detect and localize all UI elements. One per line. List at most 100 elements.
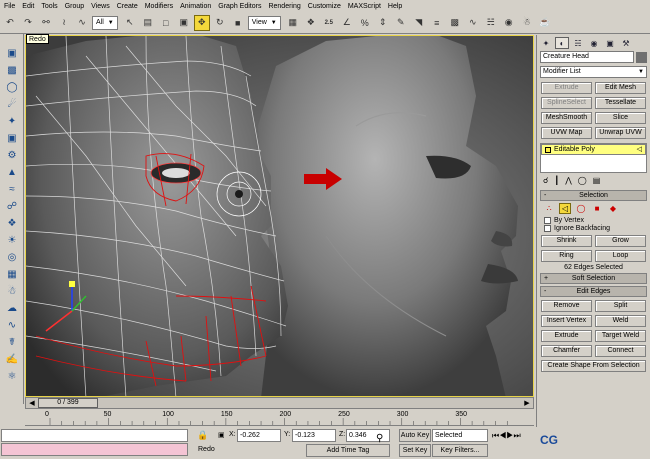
menu-views[interactable]: Views bbox=[91, 3, 110, 10]
insert-vertex-button[interactable]: Insert Vertex bbox=[541, 315, 592, 327]
z-coordinate-field[interactable]: 0.346 bbox=[346, 429, 390, 442]
window-crossing-icon[interactable]: ▣ bbox=[176, 15, 192, 31]
percent-snap-icon[interactable]: % bbox=[357, 15, 373, 31]
add-time-tag-button[interactable]: Add Time Tag bbox=[306, 444, 390, 457]
chamfer-button[interactable]: Chamfer bbox=[541, 345, 592, 357]
configure-sets-icon[interactable]: ▤ bbox=[593, 176, 601, 185]
menu-edit[interactable]: Edit bbox=[22, 3, 34, 10]
weld-button[interactable]: Weld bbox=[595, 315, 646, 327]
tool-icon-20[interactable]: ⚛ bbox=[3, 369, 21, 384]
hierarchy-tab-icon[interactable]: ☵ bbox=[571, 37, 585, 49]
menu-group[interactable]: Group bbox=[65, 3, 84, 10]
select-by-name-icon[interactable]: ▤ bbox=[140, 15, 156, 31]
menu-modifiers[interactable]: Modifiers bbox=[145, 3, 173, 10]
remove-button[interactable]: Remove bbox=[541, 300, 592, 312]
maxscript-listener-field[interactable] bbox=[1, 429, 188, 442]
material-editor-icon[interactable]: ◉ bbox=[501, 15, 517, 31]
ignore-backfacing-checkbox[interactable]: Ignore Backfacing bbox=[544, 225, 650, 232]
time-next-arrow-icon[interactable]: ▶ bbox=[521, 399, 533, 407]
ring-button[interactable]: Ring bbox=[541, 250, 592, 262]
menu-file[interactable]: File bbox=[4, 3, 15, 10]
tool-icon-5[interactable]: ✦ bbox=[3, 114, 21, 129]
select-manipulate-icon[interactable]: ❖ bbox=[303, 15, 319, 31]
modifier-button-unwrap-uvw[interactable]: Unwrap UVW bbox=[595, 127, 646, 139]
border-mode-icon[interactable]: ◯ bbox=[575, 203, 587, 214]
edit-edges-rollout[interactable]: - Edit Edges bbox=[540, 286, 647, 297]
render-setup-icon[interactable]: ☃ bbox=[519, 15, 535, 31]
create-shape-button[interactable]: Create Shape From Selection bbox=[541, 360, 646, 372]
object-name-field[interactable]: Creature Head bbox=[540, 51, 634, 63]
undo-icon[interactable]: ↶ bbox=[2, 15, 18, 31]
make-unique-icon[interactable]: ⋀ bbox=[565, 176, 572, 185]
tool-icon-16[interactable]: ☁ bbox=[3, 301, 21, 316]
shrink-button[interactable]: Shrink bbox=[541, 235, 592, 247]
select-move-icon[interactable]: ✥ bbox=[193, 14, 210, 31]
tool-icon-12[interactable]: ☀ bbox=[3, 233, 21, 248]
time-slider[interactable]: ◀ 0 / 399 ▶ bbox=[25, 397, 534, 409]
schematic-view-icon[interactable]: ☵ bbox=[483, 15, 499, 31]
named-selection-icon[interactable]: ✎ bbox=[393, 15, 409, 31]
soft-selection-rollout[interactable]: + Soft Selection bbox=[540, 273, 647, 284]
time-prev-arrow-icon[interactable]: ◀ bbox=[26, 399, 38, 407]
maxscript-output-field[interactable] bbox=[1, 443, 188, 456]
menu-help[interactable]: Help bbox=[388, 3, 402, 10]
show-end-result-icon[interactable]: ┃ bbox=[554, 176, 559, 185]
curve-editor-icon[interactable]: ∿ bbox=[465, 15, 481, 31]
pin-stack-icon[interactable]: ☌ bbox=[543, 176, 548, 185]
modifier-button-meshsmooth[interactable]: MeshSmooth bbox=[541, 112, 592, 124]
perspective-viewport[interactable] bbox=[25, 35, 534, 397]
quick-render-icon[interactable]: ☕ bbox=[537, 15, 553, 31]
modifier-button-slice[interactable]: Slice bbox=[595, 112, 646, 124]
x-coordinate-field[interactable]: -0.262 bbox=[237, 429, 281, 442]
modifier-button-splineselect[interactable]: SplineSelect bbox=[541, 97, 592, 109]
set-key-button[interactable]: Set Key bbox=[399, 444, 431, 457]
loop-button[interactable]: Loop bbox=[595, 250, 646, 262]
extrude-button[interactable]: Extrude bbox=[541, 330, 592, 342]
align-icon[interactable]: ≡ bbox=[429, 15, 445, 31]
target-weld-button[interactable]: Target Weld bbox=[595, 330, 646, 342]
tool-icon-4[interactable]: ☄ bbox=[3, 97, 21, 112]
edge-mode-icon[interactable]: ◁ bbox=[559, 203, 571, 214]
select-rotate-icon[interactable]: ↻ bbox=[212, 15, 228, 31]
menu-maxscript[interactable]: MAXScript bbox=[348, 3, 381, 10]
tool-icon-10[interactable]: ☍ bbox=[3, 199, 21, 214]
tool-icon-15[interactable]: ☃ bbox=[3, 284, 21, 299]
stack-item-editable-poly[interactable]: Editable Poly ◁ bbox=[541, 144, 646, 155]
tool-icon-19[interactable]: ✍ bbox=[3, 352, 21, 367]
rect-selection-icon[interactable]: □ bbox=[158, 15, 174, 31]
selection-filter-select[interactable]: All ▼ bbox=[92, 15, 118, 30]
absolute-mode-icon[interactable]: ▣ bbox=[218, 431, 225, 439]
tool-icon-7[interactable]: ⚙ bbox=[3, 148, 21, 163]
modifier-list-select[interactable]: Modifier List ▼ bbox=[540, 66, 647, 78]
grow-button[interactable]: Grow bbox=[595, 235, 646, 247]
tool-icon-13[interactable]: ◎ bbox=[3, 250, 21, 265]
motion-tab-icon[interactable]: ◉ bbox=[587, 37, 601, 49]
select-link-icon[interactable]: ⚯ bbox=[38, 15, 54, 31]
tool-icon-1[interactable]: ▣ bbox=[3, 46, 21, 61]
key-icon[interactable]: ⚲ bbox=[376, 433, 383, 444]
select-object-icon[interactable]: ↖ bbox=[122, 15, 138, 31]
connect-button[interactable]: Connect bbox=[595, 345, 646, 357]
modifier-button-extrude[interactable]: Extrude bbox=[541, 82, 592, 94]
modify-tab-icon[interactable]: ◐ bbox=[555, 37, 569, 49]
menu-create[interactable]: Create bbox=[117, 3, 138, 10]
create-tab-icon[interactable]: ✦ bbox=[539, 37, 553, 49]
lock-selection-icon[interactable]: 🔒 bbox=[197, 430, 208, 441]
split-button[interactable]: Split bbox=[595, 300, 646, 312]
play-controls-icon[interactable]: ⏮◀▶⏭ bbox=[492, 431, 521, 441]
mirror-icon[interactable]: ◥ bbox=[411, 15, 427, 31]
track-bar[interactable]: 0 50 100 150 200 250 300 350 bbox=[25, 409, 534, 426]
tool-icon-18[interactable]: ☤ bbox=[3, 335, 21, 350]
pivot-center-icon[interactable]: ▦ bbox=[285, 15, 301, 31]
utilities-tab-icon[interactable]: ⚒ bbox=[619, 37, 633, 49]
layer-manager-icon[interactable]: ▩ bbox=[447, 15, 463, 31]
tool-icon-14[interactable]: ▦ bbox=[3, 267, 21, 282]
selection-rollout[interactable]: - Selection bbox=[540, 190, 647, 201]
object-color-swatch[interactable] bbox=[636, 51, 647, 63]
polygon-mode-icon[interactable]: ■ bbox=[591, 203, 603, 214]
snaps-toggle-icon[interactable]: 2.5 bbox=[321, 15, 337, 31]
menu-rendering[interactable]: Rendering bbox=[268, 3, 300, 10]
key-mode-select[interactable]: Selected bbox=[432, 429, 488, 442]
tool-icon-11[interactable]: ❖ bbox=[3, 216, 21, 231]
unlink-icon[interactable]: ≀ bbox=[56, 15, 72, 31]
